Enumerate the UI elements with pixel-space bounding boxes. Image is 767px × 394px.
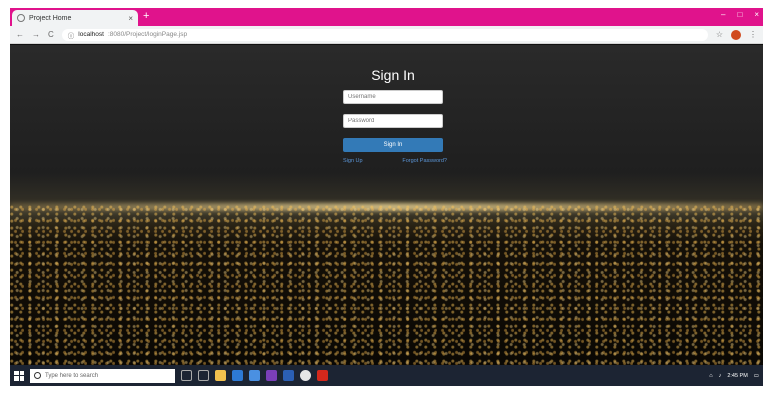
file-explorer-icon[interactable] — [215, 370, 226, 381]
clock-time[interactable]: 2:45 PM — [727, 373, 747, 379]
windows-start-icon[interactable] — [14, 370, 24, 381]
new-tab-button[interactable]: + — [143, 11, 149, 22]
network-icon[interactable]: ⌂ — [709, 373, 712, 379]
browser-tab[interactable]: Project Home × — [12, 10, 138, 26]
chrome-icon[interactable] — [300, 370, 311, 381]
forward-arrow-icon[interactable]: → — [32, 30, 40, 39]
address-bar[interactable]: ⓘ localhost:8080/Project/loginPage.jsp — [61, 28, 708, 41]
url-host: localhost — [78, 31, 104, 38]
browser-toolbar: ← → C ⓘ localhost:8080/Project/loginPage… — [10, 26, 763, 44]
browser-tab-strip: Project Home × + – □ × — [10, 8, 763, 26]
taskbar-search-box[interactable]: Type here to search — [30, 368, 175, 383]
microphone-icon[interactable] — [181, 370, 192, 381]
reload-icon[interactable]: C — [48, 30, 54, 39]
globe-icon — [17, 14, 25, 22]
system-tray: ⌂ ♪ 2:45 PM ▭ — [709, 373, 759, 379]
search-icon — [34, 372, 41, 379]
screen: Project Home × + – □ × ← → C ⓘ localhost… — [10, 8, 763, 386]
word-icon[interactable] — [283, 370, 294, 381]
store-icon[interactable] — [249, 370, 260, 381]
edge-browser-icon[interactable] — [232, 370, 243, 381]
taskbar-search-placeholder: Type here to search — [45, 372, 99, 379]
profile-avatar[interactable] — [731, 29, 741, 40]
info-icon: ⓘ — [67, 32, 75, 40]
username-input[interactable] — [343, 90, 443, 104]
task-view-icon[interactable] — [198, 370, 209, 381]
notifications-icon[interactable]: ▭ — [754, 373, 759, 379]
acrobat-icon[interactable] — [317, 370, 328, 381]
city-lights-background — [10, 205, 763, 365]
window-controls: – □ × — [721, 10, 759, 19]
signin-links: Sign Up Forgot Password? — [343, 158, 447, 164]
minimize-icon[interactable]: – — [721, 10, 725, 19]
close-window-icon[interactable]: × — [754, 10, 759, 19]
forgot-password-link[interactable]: Forgot Password? — [402, 158, 447, 164]
signin-button[interactable]: Sign In — [343, 138, 443, 152]
signin-form: Sign In Sign In Sign Up Forgot Password? — [343, 67, 447, 164]
url-path: :8080/Project/loginPage.jsp — [107, 31, 188, 38]
login-page: Sign In Sign In Sign Up Forgot Password? — [10, 45, 763, 365]
maximize-icon[interactable]: □ — [737, 10, 742, 19]
tab-title: Project Home — [29, 14, 72, 22]
menu-icon[interactable]: ⋮ — [749, 30, 757, 39]
windows-taskbar: Type here to search ⌂ ♪ 2:45 PM ▭ — [10, 365, 763, 386]
volume-icon[interactable]: ♪ — [719, 373, 722, 379]
onenote-icon[interactable] — [266, 370, 277, 381]
screenshot-frame: Project Home × + – □ × ← → C ⓘ localhost… — [0, 0, 767, 394]
back-arrow-icon[interactable]: ← — [16, 30, 24, 39]
password-input[interactable] — [343, 114, 443, 128]
signin-title: Sign In — [371, 67, 415, 83]
toolbar-right: ☆ ⋮ — [716, 29, 757, 40]
bookmark-star-icon[interactable]: ☆ — [716, 30, 723, 39]
close-tab-icon[interactable]: × — [128, 14, 133, 23]
signup-link[interactable]: Sign Up — [343, 158, 363, 164]
